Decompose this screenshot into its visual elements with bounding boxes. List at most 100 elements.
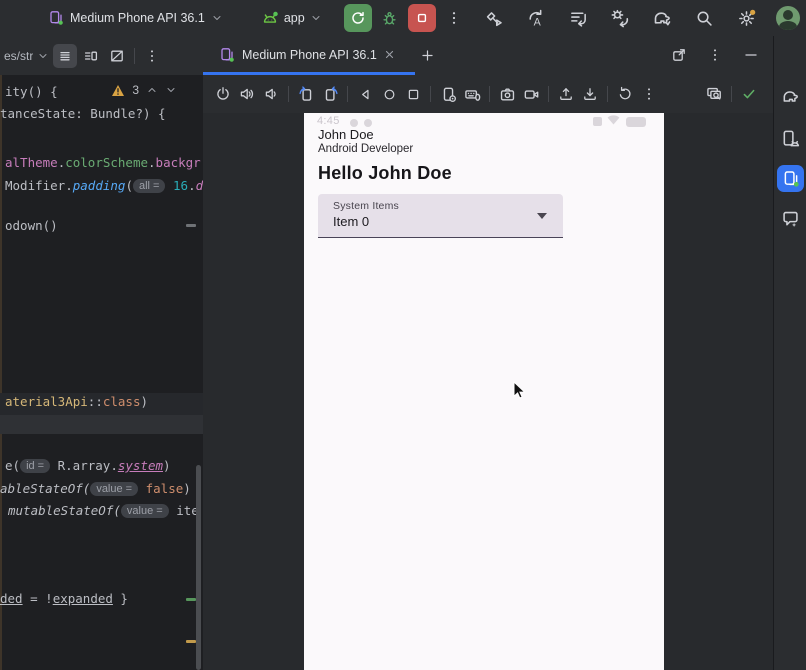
gradle-elephant-icon[interactable]	[777, 83, 804, 110]
kebab-icon[interactable]	[703, 43, 727, 67]
device-selector[interactable]: Medium Phone API 36.1	[46, 6, 225, 30]
dropdown-caret-icon	[537, 213, 547, 219]
gradle-sync-icon[interactable]	[650, 6, 674, 30]
dropdown-value: Item 0	[333, 214, 369, 229]
chevron-down-icon	[310, 12, 322, 24]
screenshot-icon[interactable]	[495, 82, 519, 106]
hardware-input-icon[interactable]	[460, 82, 484, 106]
apply-changes-icon[interactable]: A	[524, 6, 548, 30]
status-wifi-icon	[607, 115, 620, 125]
open-in-window-icon[interactable]	[667, 43, 691, 67]
rotate-left-icon[interactable]	[294, 82, 318, 106]
volume-down-icon[interactable]	[259, 82, 283, 106]
status-notification-icon	[364, 119, 372, 127]
volume-up-icon[interactable]	[235, 82, 259, 106]
check-icon	[737, 82, 761, 106]
apply-code-changes-icon[interactable]	[566, 6, 590, 30]
tab-medium-phone[interactable]: Medium Phone API 36.1	[203, 36, 405, 73]
stripe-mark-green[interactable]	[186, 598, 196, 601]
android-head-icon	[261, 9, 279, 27]
list-view-icon[interactable]	[53, 44, 77, 68]
code-line: e(id = R.array.system)	[5, 458, 171, 474]
back-icon[interactable]	[353, 82, 377, 106]
status-battery-icon	[626, 117, 646, 127]
dropdown-label: System Items	[333, 200, 399, 212]
design-view-icon[interactable]	[105, 44, 129, 68]
device-toolbar	[203, 75, 773, 113]
stripe-mark-gray[interactable]	[186, 224, 196, 227]
display-zoom-icon[interactable]	[702, 82, 726, 106]
screen-record-icon[interactable]	[519, 82, 543, 106]
stripe-mark-yellow[interactable]	[186, 640, 196, 643]
home-icon[interactable]	[377, 82, 401, 106]
profile-role-text: Android Developer	[318, 143, 413, 155]
chevron-down-icon[interactable]	[37, 50, 49, 62]
divider	[134, 48, 135, 64]
divider	[288, 86, 289, 102]
stop-button[interactable]	[408, 4, 436, 32]
rotate-right-icon[interactable]	[318, 82, 342, 106]
kebab-icon[interactable]	[140, 44, 164, 68]
code-line: odown()	[5, 218, 58, 233]
divider	[731, 86, 732, 102]
greeting-text: Hello John Doe	[318, 163, 452, 184]
code-line: Modifier.padding(all = 16.dp	[5, 178, 204, 194]
upload-icon[interactable]	[554, 82, 578, 106]
code-editor[interactable]: ity() {tanceState: Bundle?) {alTheme.col…	[0, 75, 204, 670]
hide-icon[interactable]	[739, 43, 763, 67]
emulator-screen[interactable]: 4:45 John Doe Android Developer Hello Jo…	[304, 113, 664, 670]
warning-icon	[111, 84, 125, 97]
chevron-down-icon[interactable]	[165, 84, 177, 96]
caret-line-highlight	[0, 415, 203, 434]
plus-icon[interactable]	[415, 43, 439, 67]
inspection-widget[interactable]: 3	[111, 83, 177, 97]
code-line: ded = !expanded }	[0, 591, 128, 606]
device-settings-icon[interactable]	[436, 82, 460, 106]
svg-text:A: A	[533, 16, 541, 27]
code-line: ity() {	[5, 84, 58, 99]
split-view-icon[interactable]	[79, 44, 103, 68]
restart-icon[interactable]	[613, 82, 637, 106]
status-volume-icon	[593, 117, 602, 126]
device-selector-label: Medium Phone API 36.1	[70, 11, 205, 25]
profile-avatar[interactable]	[776, 6, 800, 30]
build-run-icon[interactable]	[482, 6, 506, 30]
overview-icon[interactable]	[401, 82, 425, 106]
warning-count: 3	[132, 83, 139, 97]
debug-button[interactable]	[378, 6, 402, 30]
close-icon[interactable]	[384, 49, 395, 60]
editor-scrollbar[interactable]	[196, 465, 201, 670]
search-icon[interactable]	[692, 6, 716, 30]
divider	[430, 86, 431, 102]
second-row: es/str	[0, 36, 806, 75]
code-line: ableStateOf(value = false)	[0, 481, 191, 497]
device-manager-icon[interactable]	[777, 125, 804, 152]
run-config-label: app	[284, 11, 305, 25]
device-phone-icon	[48, 10, 64, 26]
attach-debugger-icon[interactable]	[608, 6, 632, 30]
running-devices-panel: 4:45 John Doe Android Developer Hello Jo…	[203, 75, 773, 670]
running-devices-tab-bar: Medium Phone API 36.1	[203, 36, 773, 76]
system-items-dropdown[interactable]: System Items Item 0	[318, 194, 563, 238]
power-icon[interactable]	[211, 82, 235, 106]
status-notification-icon	[350, 119, 358, 127]
profile-name-text: John Doe	[318, 127, 374, 142]
editor-header: es/str	[0, 36, 203, 76]
kebab-icon[interactable]	[637, 82, 661, 106]
editor-left-edge	[0, 75, 2, 670]
settings-gear-icon[interactable]	[734, 6, 758, 30]
divider	[548, 86, 549, 102]
ai-assistant-icon[interactable]	[777, 205, 804, 232]
device-phone-icon	[219, 47, 235, 63]
right-tool-stripe	[773, 39, 806, 670]
running-devices-icon[interactable]	[777, 165, 804, 192]
chevron-up-icon[interactable]	[146, 84, 158, 96]
main-toolbar: Medium Phone API 36.1 app	[0, 0, 806, 37]
download-icon[interactable]	[578, 82, 602, 106]
chevron-down-icon	[211, 12, 223, 24]
kebab-icon[interactable]	[442, 6, 466, 30]
rerun-button[interactable]	[344, 4, 372, 32]
status-time: 4:45	[317, 115, 340, 127]
run-config-selector[interactable]: app	[259, 6, 324, 30]
breadcrumb[interactable]: es/str	[4, 49, 33, 63]
